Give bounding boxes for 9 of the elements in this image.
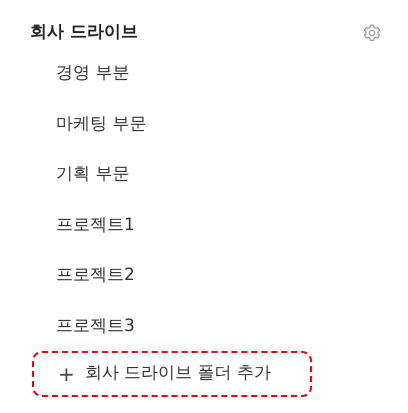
- section-title: 회사 드라이브: [30, 21, 138, 44]
- folder-item[interactable]: 마케팅 부문: [56, 98, 146, 149]
- folder-item[interactable]: 프로젝트3: [56, 300, 135, 351]
- folder-item[interactable]: 프로젝트2: [56, 250, 135, 300]
- settings-icon[interactable]: [362, 23, 382, 43]
- folder-item[interactable]: 기획 부문: [56, 149, 130, 200]
- add-folder-button[interactable]: + 회사 드라이브 폴더 추가: [32, 351, 312, 397]
- folder-item[interactable]: 경영 부분: [56, 48, 130, 98]
- folder-item[interactable]: 프로젝트1: [56, 200, 135, 250]
